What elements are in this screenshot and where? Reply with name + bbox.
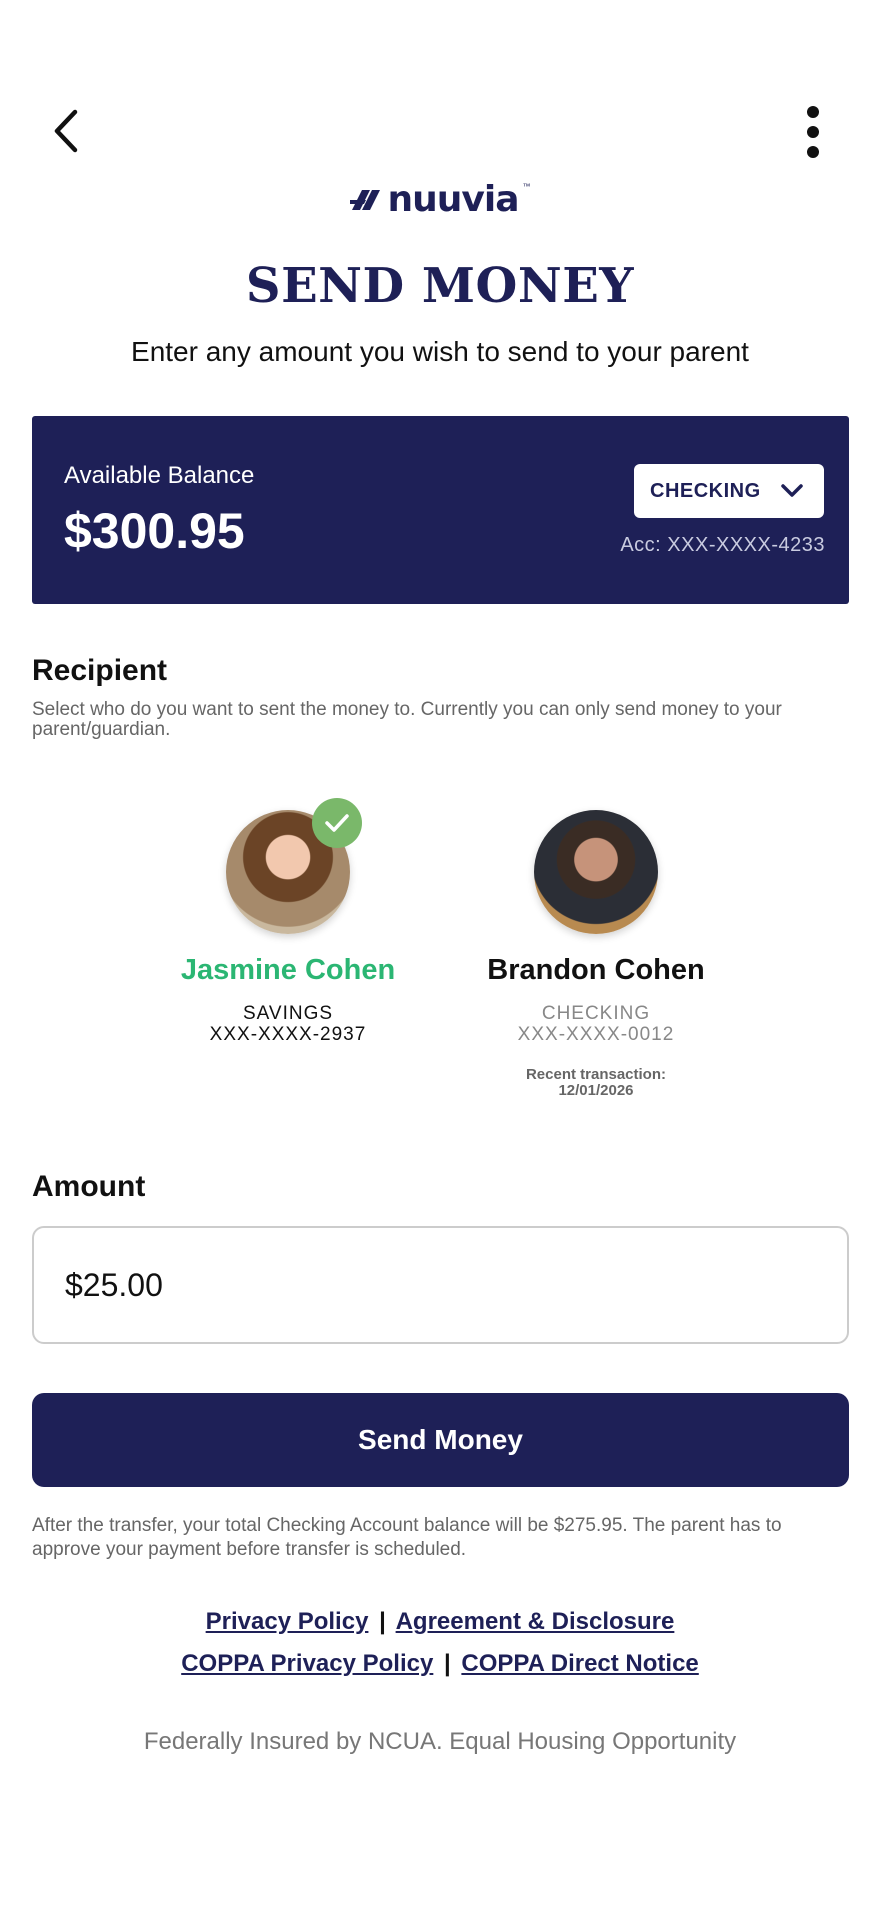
recipient-name: Jasmine Cohen: [180, 954, 396, 986]
amount-section-title: Amount: [32, 1170, 146, 1203]
recent-transaction: Recent transaction: 12/01/2026: [466, 1067, 726, 1099]
chevron-down-icon: [780, 484, 803, 497]
logo-wordmark: nuuvia: [387, 178, 520, 220]
avatar: [226, 798, 362, 934]
more-vertical-icon: [807, 106, 819, 158]
link-separator: |: [444, 1650, 451, 1677]
recipient-description: Select who do you want to sent the money…: [32, 699, 782, 740]
avatar: [534, 810, 658, 934]
account-number: Acc: XXX-XXXX-4233: [620, 534, 825, 556]
recipient-card-jasmine[interactable]: Jasmine Cohen SAVINGS XXX-XXXX-2937: [158, 798, 418, 1045]
send-money-button[interactable]: Send Money: [32, 1393, 849, 1487]
logo-trademark: ™: [522, 182, 531, 191]
recent-transaction-label: Recent transaction:: [525, 1066, 667, 1083]
footer-insurance-note: Federally Insured by NCUA. Equal Housing…: [143, 1728, 737, 1755]
page-subtitle: Enter any amount you wish to send to you…: [131, 336, 749, 367]
chevron-left-icon: [54, 109, 78, 153]
balance-amount: $300.95: [64, 503, 245, 559]
recipient-name: Brandon Cohen: [487, 954, 705, 986]
page-title: SEND MONEY: [245, 258, 635, 314]
logo-mark-icon: [349, 190, 380, 210]
legal-links-row-1: Privacy Policy | Agreement & Disclosure: [0, 1608, 880, 1636]
brand-logo: nuuvia ™: [0, 176, 880, 222]
transfer-note: After the transfer, your total Checking …: [32, 1515, 782, 1560]
recipient-account-type: CHECKING: [541, 1003, 651, 1024]
coppa-direct-notice-link[interactable]: COPPA Direct Notice: [461, 1650, 698, 1677]
recipient-account-number: XXX-XXXX-0012: [517, 1024, 675, 1045]
legal-links-row-2: COPPA Privacy Policy | COPPA Direct Noti…: [0, 1650, 880, 1678]
agreement-disclosure-link[interactable]: Agreement & Disclosure: [396, 1608, 675, 1635]
recipient-section-title: Recipient: [32, 654, 168, 687]
link-separator: |: [379, 1608, 386, 1635]
more-options-button[interactable]: [790, 102, 836, 162]
recipient-account-type: SAVINGS: [242, 1003, 334, 1024]
back-button[interactable]: [44, 104, 88, 158]
recipient-account-number: XXX-XXXX-2937: [209, 1024, 367, 1045]
coppa-privacy-policy-link[interactable]: COPPA Privacy Policy: [181, 1650, 433, 1677]
account-type-value: CHECKING: [650, 479, 761, 502]
balance-card: Available Balance $300.95 CHECKING Acc: …: [32, 416, 849, 604]
checkmark-icon: [325, 814, 349, 832]
recent-transaction-date: 12/01/2026: [558, 1082, 634, 1099]
amount-input[interactable]: [32, 1226, 849, 1344]
selected-check-badge: [312, 798, 362, 848]
recipient-card-brandon[interactable]: Brandon Cohen CHECKING XXX-XXXX-0012 Rec…: [466, 810, 726, 1099]
account-type-dropdown[interactable]: CHECKING: [634, 464, 824, 518]
top-bar: [0, 0, 880, 170]
balance-label: Available Balance: [64, 462, 255, 489]
privacy-policy-link[interactable]: Privacy Policy: [206, 1608, 369, 1635]
